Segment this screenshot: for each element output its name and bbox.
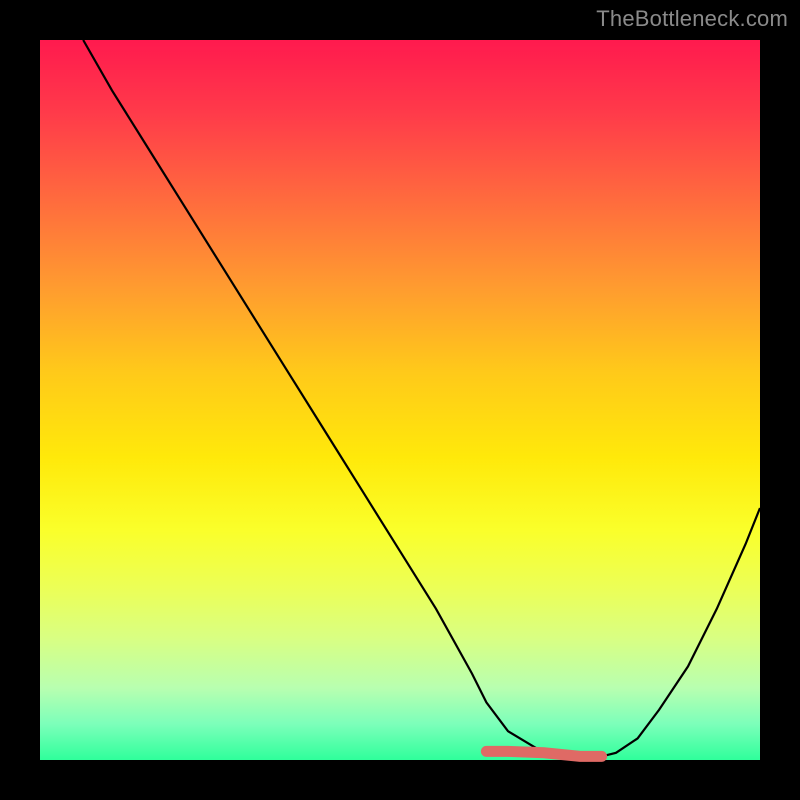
chart-stage: TheBottleneck.com xyxy=(0,0,800,800)
watermark-text: TheBottleneck.com xyxy=(596,6,788,32)
chart-svg xyxy=(40,40,760,760)
minimum-marker xyxy=(486,751,601,756)
plot-area xyxy=(40,40,760,760)
bottleneck-curve xyxy=(83,40,760,756)
